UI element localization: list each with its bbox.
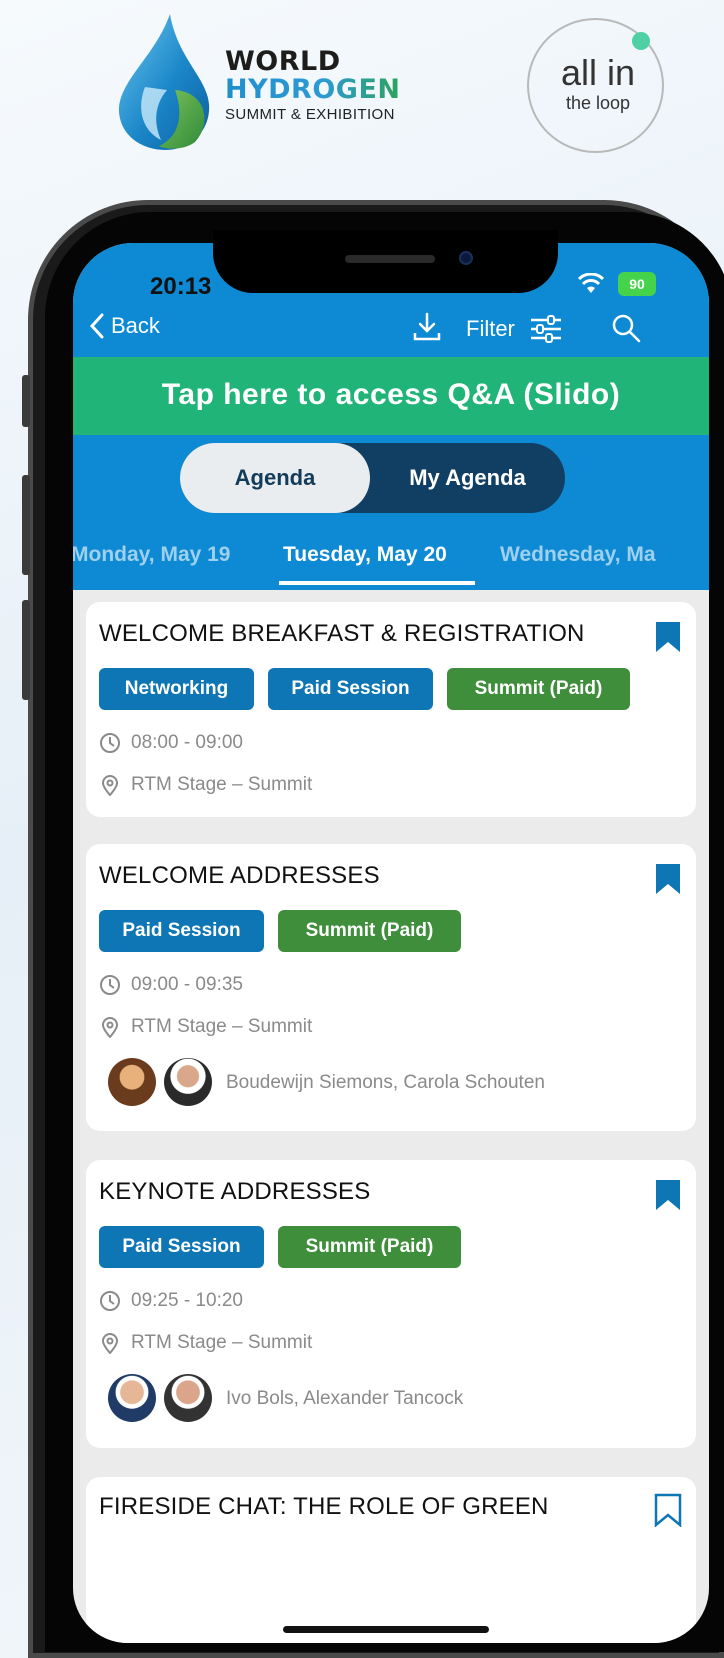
session-card[interactable]: FIRESIDE CHAT: THE ROLE OF GREEN — [86, 1477, 696, 1643]
logo-line-summit: SUMMIT & EXHIBITION — [225, 106, 395, 123]
hydrogen-drop-icon — [118, 14, 210, 150]
avatar — [164, 1058, 212, 1106]
location-pin-icon — [101, 1017, 119, 1038]
avatar — [108, 1374, 156, 1422]
session-location: RTM Stage – Summit — [99, 774, 312, 796]
tag-summit-paid: Summit (Paid) — [447, 668, 630, 710]
session-title: WELCOME BREAKFAST & REGISTRATION — [99, 620, 585, 647]
slido-banner[interactable]: Tap here to access Q&A (Slido) — [73, 357, 709, 435]
day-tab-monday[interactable]: Monday, May 19 — [73, 543, 231, 567]
tag-paid-session: Paid Session — [99, 1226, 264, 1268]
clock-icon — [100, 975, 120, 995]
back-label: Back — [111, 313, 160, 338]
tab-agenda[interactable]: Agenda — [180, 443, 370, 513]
phone-speaker — [345, 255, 435, 263]
session-time-text: 08:00 - 09:00 — [131, 732, 243, 753]
session-title: KEYNOTE ADDRESSES — [99, 1178, 371, 1205]
location-pin-icon — [101, 1333, 119, 1354]
agenda-toolbar: Agenda My Agenda Monday, May 19 Tuesday,… — [73, 435, 709, 590]
status-time: 20:13 — [150, 273, 212, 300]
session-time: 08:00 - 09:00 — [99, 732, 243, 754]
session-title: FIRESIDE CHAT: THE ROLE OF GREEN — [99, 1493, 549, 1520]
session-card[interactable]: WELCOME BREAKFAST & REGISTRATION Network… — [86, 602, 696, 817]
tag-networking: Networking — [99, 668, 254, 710]
session-time: 09:00 - 09:35 — [99, 974, 243, 996]
world-hydrogen-logo: WORLD HYDROGEN SUMMIT & EXHIBITION — [115, 12, 435, 152]
volume-down-button — [22, 600, 30, 700]
day-tabs: Monday, May 19 Tuesday, May 20 Wednesday… — [73, 537, 709, 587]
filter-button[interactable]: Filter — [466, 315, 563, 343]
bookmark-icon[interactable] — [654, 862, 682, 896]
sliders-icon — [530, 315, 561, 343]
session-time-text: 09:25 - 10:20 — [131, 1290, 243, 1311]
avatar — [108, 1058, 156, 1106]
loop-logo-line1: all in — [560, 52, 636, 93]
session-speakers: Boudewijn Siemons, Carola Schouten — [226, 1072, 545, 1093]
avatar — [164, 1374, 212, 1422]
logo-line-hydrogen: HYDROGEN — [225, 74, 401, 105]
download-icon[interactable] — [411, 311, 443, 343]
session-location: RTM Stage – Summit — [99, 1332, 312, 1354]
clock-icon — [100, 733, 120, 753]
day-tab-wednesday[interactable]: Wednesday, Ma — [500, 543, 656, 567]
loop-logo-line2: the loop — [565, 93, 631, 113]
agenda-segmented-control: Agenda My Agenda — [180, 443, 565, 513]
session-location-text: RTM Stage – Summit — [131, 1332, 313, 1353]
selected-day-underline — [279, 581, 475, 585]
home-indicator — [283, 1626, 489, 1633]
session-time-text: 09:00 - 09:35 — [131, 974, 243, 995]
session-time: 09:25 - 10:20 — [99, 1290, 243, 1312]
bookmark-icon[interactable] — [654, 620, 682, 654]
battery-indicator: 90 — [618, 272, 656, 296]
tag-summit-paid: Summit (Paid) — [278, 910, 461, 952]
session-speakers: Ivo Bols, Alexander Tancock — [226, 1388, 464, 1409]
session-location-text: RTM Stage – Summit — [131, 774, 313, 795]
session-location-text: RTM Stage – Summit — [131, 1016, 313, 1037]
session-title: WELCOME ADDRESSES — [99, 862, 380, 889]
bookmark-icon[interactable] — [654, 1178, 682, 1212]
tag-summit-paid: Summit (Paid) — [278, 1226, 461, 1268]
tag-paid-session: Paid Session — [268, 668, 433, 710]
app-screen: 20:13 90 Back Filter Tap here to access … — [73, 243, 709, 1643]
mute-switch — [22, 375, 30, 427]
back-button[interactable]: Back — [89, 313, 160, 339]
chevron-left-icon — [89, 313, 104, 339]
session-card[interactable]: WELCOME ADDRESSES Paid Session Summit (P… — [86, 844, 696, 1131]
logo-line-world: WORLD — [225, 46, 341, 77]
clock-icon — [100, 1291, 120, 1311]
volume-up-button — [22, 475, 30, 575]
front-camera — [459, 251, 473, 265]
day-tab-tuesday[interactable]: Tuesday, May 20 — [283, 543, 447, 567]
tab-my-agenda[interactable]: My Agenda — [370, 443, 565, 513]
search-icon[interactable] — [611, 313, 641, 343]
tag-paid-session: Paid Session — [99, 910, 264, 952]
filter-label: Filter — [466, 316, 515, 341]
session-location: RTM Stage – Summit — [99, 1016, 312, 1038]
bookmark-outline-icon[interactable] — [654, 1493, 682, 1527]
location-pin-icon — [101, 775, 119, 796]
logo-dot — [632, 32, 650, 50]
wifi-icon — [578, 273, 604, 293]
session-card[interactable]: KEYNOTE ADDRESSES Paid Session Summit (P… — [86, 1160, 696, 1448]
